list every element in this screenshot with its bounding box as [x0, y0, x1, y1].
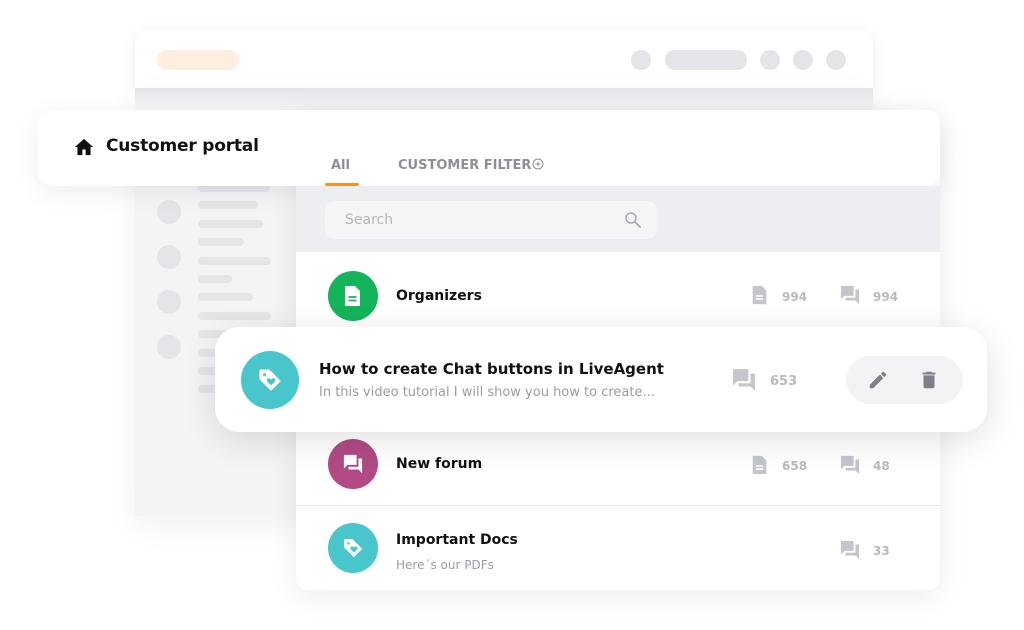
titlebar-placeholder-dot: [631, 50, 651, 70]
skeleton-avatar: [157, 200, 181, 224]
skeleton-line: [198, 220, 263, 228]
item-avatar: [328, 523, 378, 573]
pencil-icon: [869, 371, 887, 389]
skeleton-line: [198, 312, 271, 320]
item-title[interactable]: How to create Chat buttons in LiveAgent: [319, 360, 664, 378]
item-avatar: [241, 351, 299, 409]
item-title[interactable]: New forum: [396, 456, 482, 472]
home-icon[interactable]: [74, 138, 94, 156]
topic-count: 994: [873, 290, 899, 304]
browser-window-titlebar: [135, 30, 873, 88]
tag-heart-icon: [259, 369, 281, 391]
titlebar-placeholder-logo: [157, 50, 239, 70]
document-icon: [752, 285, 767, 305]
page-title: Customer portal: [106, 136, 259, 156]
titlebar-placeholder-pill: [665, 50, 747, 70]
article-count: 658: [782, 459, 808, 473]
edit-button[interactable]: [864, 366, 892, 394]
skeleton-line: [198, 201, 258, 209]
skeleton-avatar: [157, 245, 181, 269]
plus-circle-icon[interactable]: [532, 158, 544, 170]
item-title[interactable]: Important Docs: [396, 532, 518, 548]
row-divider: [296, 505, 940, 506]
skeleton-line: [198, 293, 253, 301]
item-avatar: [328, 271, 378, 321]
item-avatar: [328, 439, 378, 489]
tab-all[interactable]: All: [331, 158, 350, 173]
topic-count: 48: [873, 459, 890, 473]
titlebar-placeholder-dot: [760, 50, 780, 70]
document-icon: [345, 286, 360, 306]
tag-heart-icon: [344, 539, 362, 557]
skeleton-line: [198, 238, 244, 246]
forum-icon: [343, 454, 363, 474]
forum-icon: [840, 540, 860, 560]
document-icon: [752, 455, 767, 475]
article-count: 994: [782, 290, 808, 304]
topic-count: 33: [873, 544, 890, 558]
forum-icon: [840, 285, 860, 305]
search-input[interactable]: [325, 201, 657, 239]
forum-icon: [840, 455, 860, 475]
skeleton-avatar: [157, 290, 181, 314]
trash-icon: [922, 371, 936, 389]
forum-icon: [733, 369, 755, 391]
skeleton-line: [198, 275, 232, 283]
skeleton-avatar: [157, 335, 181, 359]
skeleton-line: [198, 257, 271, 265]
titlebar-placeholder-dot: [826, 50, 846, 70]
item-title[interactable]: Organizers: [396, 288, 482, 304]
titlebar-placeholder-dot: [793, 50, 813, 70]
item-subtitle: Here´s our PDFs: [396, 558, 494, 572]
search-icon[interactable]: [624, 211, 642, 229]
item-subtitle: In this video tutorial I will show you h…: [319, 385, 655, 400]
topic-count: 653: [770, 374, 798, 389]
delete-button[interactable]: [915, 366, 943, 394]
tab-customer-filter[interactable]: CUSTOMER FILTER: [398, 158, 531, 173]
